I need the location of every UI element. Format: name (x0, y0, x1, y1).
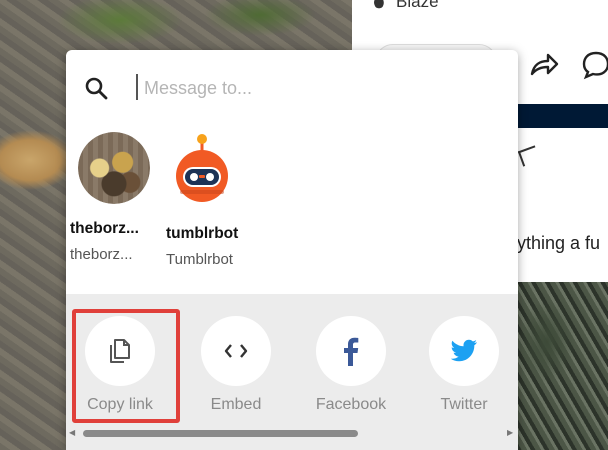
embed-circle (201, 316, 271, 386)
recipient-theborz[interactable]: theborz... theborz... (70, 132, 156, 263)
text-cursor (136, 74, 138, 100)
horizontal-scrollbar-thumb[interactable] (83, 430, 358, 437)
message-to-input[interactable] (142, 70, 486, 106)
embed-code-icon (224, 344, 248, 358)
post-photo (517, 282, 608, 450)
twitter-icon (450, 339, 477, 362)
search-icon (85, 77, 108, 100)
recipient-name: tumblrbot (166, 225, 239, 242)
recipient-name: theborz... (70, 220, 139, 237)
share-option-label: Twitter (440, 396, 488, 413)
twitter-button[interactable]: Twitter (409, 316, 518, 414)
blaze-icon (374, 0, 384, 9)
comment-bubble-icon[interactable] (582, 50, 608, 80)
facebook-circle (316, 316, 386, 386)
dog-photo-avatar (78, 132, 150, 204)
facebook-button[interactable]: Facebook (296, 316, 406, 414)
share-option-label: Facebook (315, 396, 387, 413)
blaze-label: Blaze (396, 0, 439, 11)
post-action-icons (528, 50, 608, 80)
share-option-label: Embed (210, 396, 262, 413)
avatar (78, 132, 150, 204)
twitter-circle (429, 316, 499, 386)
reblog-share-icon[interactable] (528, 50, 560, 80)
scroll-right-arrow-icon[interactable]: ▶ (507, 428, 513, 437)
robot-avatar (176, 134, 228, 202)
recipient-handle: theborz... (70, 246, 133, 263)
embed-button[interactable]: Embed (181, 316, 291, 414)
recent-recipients: theborz... theborz... tumblrbot Tumblrbo… (66, 132, 518, 282)
scroll-left-arrow-icon[interactable]: ◀ (69, 428, 75, 437)
blaze-header[interactable]: Blaze (370, 0, 439, 12)
message-search-row (66, 50, 518, 122)
copy-link-highlight-box (72, 309, 180, 423)
post-body-text: ything a fu (517, 233, 601, 253)
facebook-icon (344, 337, 359, 366)
recipient-handle: Tumblrbot (166, 251, 233, 268)
recipient-tumblrbot[interactable]: tumblrbot Tumblrbot (166, 132, 252, 268)
